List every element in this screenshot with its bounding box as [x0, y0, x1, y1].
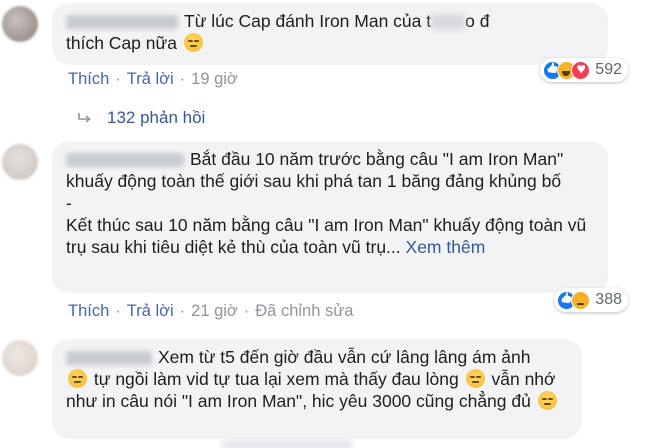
separator: ·	[243, 302, 250, 320]
reactions-summary[interactable]: 388	[554, 288, 628, 312]
blurred-text	[431, 14, 466, 31]
view-replies-link[interactable]: 132 phản hồi	[78, 108, 205, 128]
pensive-face-emoji	[537, 391, 557, 410]
reply-link[interactable]: Trả lời	[127, 70, 174, 88]
comment-text: Từ lúc Cap đánh Iron Man của t	[184, 11, 432, 31]
avatar[interactable]	[2, 6, 38, 42]
reply-link[interactable]: Trả lời	[127, 302, 174, 320]
see-more-link[interactable]: Xem thêm	[406, 237, 486, 257]
replies-count: 132 phản hồi	[107, 108, 206, 127]
reaction-count: 388	[595, 291, 622, 308]
separator: ·	[179, 302, 186, 320]
reactions-summary[interactable]: 592	[540, 58, 628, 82]
avatar[interactable]	[2, 144, 38, 180]
like-link[interactable]: Thích	[68, 302, 109, 320]
reply-arrow-icon	[78, 113, 91, 123]
edited-label[interactable]: Đã chỉnh sửa	[255, 302, 353, 320]
reaction-count: 592	[595, 61, 622, 78]
separator: ·	[115, 70, 121, 88]
comment-text-cont: o đ	[465, 11, 490, 31]
like-link[interactable]: Thích	[68, 70, 109, 88]
comment-text-line2: thích Cap nữa	[66, 33, 177, 53]
comment-bubble: Xem từ t5 đến giờ đầu vẫn cứ lâng lâng á…	[52, 339, 582, 439]
sad-reaction-icon	[571, 290, 591, 310]
comment-text-2: tự ngồi làm vid tự tua lại xem mà thấy đ…	[93, 369, 459, 389]
comment-actions: Thích · Trả lời · 19 giờ	[68, 70, 238, 89]
love-reaction-icon	[571, 60, 591, 80]
pensive-face-emoji	[465, 369, 485, 388]
timestamp[interactable]: 21 giờ	[191, 302, 238, 320]
comment-bubble: Từ lúc Cap đánh Iron Man của t o đ thích …	[52, 3, 608, 65]
pensive-face-emoji	[68, 369, 87, 388]
blurred-next-comment	[222, 440, 352, 448]
commenter-name[interactable]	[66, 15, 178, 30]
timestamp[interactable]: 19 giờ	[191, 70, 238, 88]
pensive-face-emoji	[183, 33, 203, 52]
separator: ·	[115, 302, 121, 320]
comment-bubble: Bắt đầu 10 năm trước bằng câu "I am Iron…	[52, 141, 608, 293]
comment-text: Xem từ t5 đến giờ đầu vẫn cứ lâng lâng á…	[158, 347, 531, 367]
commenter-name[interactable]	[66, 351, 152, 366]
avatar[interactable]	[2, 340, 38, 376]
comment-actions: Thích · Trả lời · 21 giờ · Đã chỉnh sửa	[68, 302, 353, 321]
separator: ·	[179, 70, 186, 88]
commenter-name[interactable]	[66, 153, 184, 168]
